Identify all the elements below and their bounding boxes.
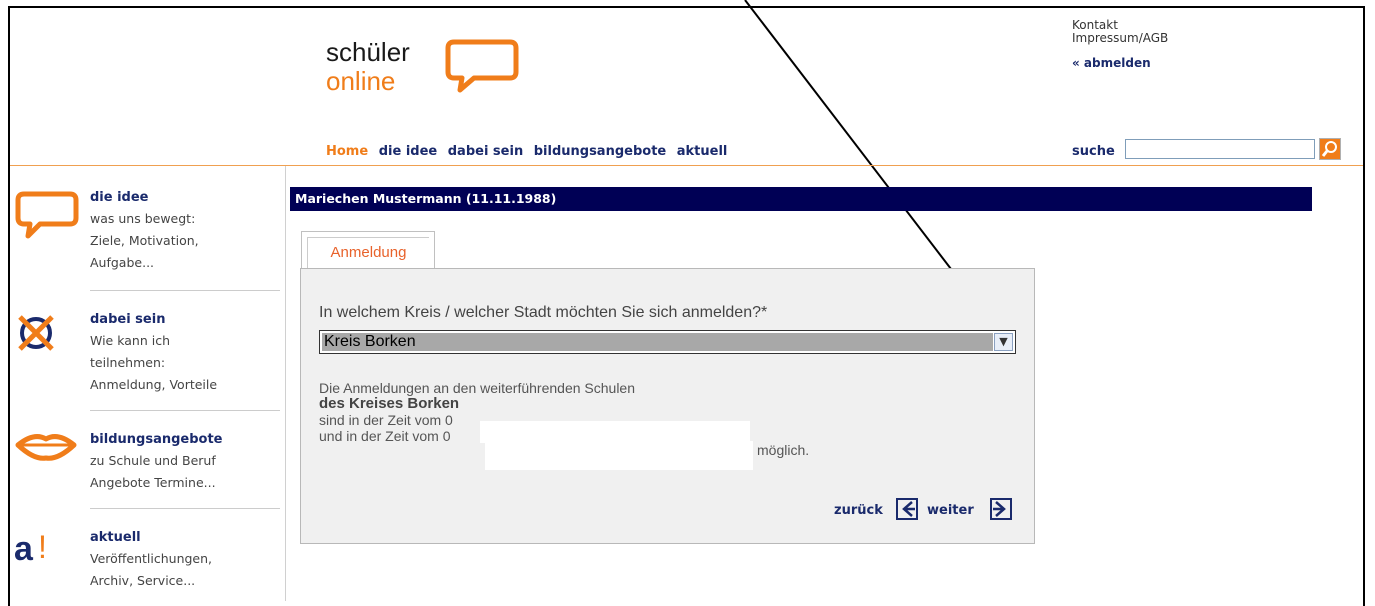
cross-circle-icon [18, 315, 54, 351]
header-links: Kontakt Impressum/AGB « abmelden [1072, 19, 1168, 70]
arrow-left-icon [902, 501, 915, 517]
sidebar-item-desc: Veröffentlichungen, Archiv, Service... [90, 551, 213, 588]
nav-aktuell[interactable]: aktuell [677, 144, 728, 159]
nav-home[interactable]: Home [326, 144, 368, 159]
sidebar: die idee was uns bewegt: Ziele, Motivati… [10, 166, 286, 601]
speech-bubble-icon [15, 191, 79, 239]
sidebar-item-title: die idee [90, 190, 149, 205]
info-line-2: des Kreises Borken [319, 395, 460, 412]
chevron-down-icon[interactable]: ▼ [994, 333, 1013, 351]
search-input[interactable] [1125, 139, 1315, 159]
sidebar-item-title: bildungsangebote [90, 432, 223, 447]
sidebar-item-desc: Wie kann ich teilnehmen: Anmeldung, Vort… [90, 333, 218, 392]
sidebar-divider [90, 410, 280, 411]
next-label[interactable]: weiter [927, 503, 974, 518]
sidebar-item-title: dabei sein [90, 312, 166, 327]
redacted-block [485, 441, 753, 470]
kreis-select[interactable]: Kreis Borken ▼ [319, 330, 1016, 354]
nav-bildungsangebote[interactable]: bildungsangebote [534, 144, 667, 159]
nav-dabei-sein[interactable]: dabei sein [448, 144, 523, 159]
arrow-right-icon [993, 501, 1006, 517]
magnifier-icon [1321, 141, 1337, 157]
logo-line-2: online [326, 66, 396, 96]
info-line-1: Die Anmeldungen an den weiterführenden S… [319, 380, 636, 396]
svg-text:a: a [14, 530, 34, 568]
search-button[interactable] [1319, 138, 1341, 160]
back-arrow-icon[interactable] [896, 498, 918, 520]
nav-die-idee[interactable]: die idee [379, 144, 438, 159]
impressum-link[interactable]: Impressum/AGB [1072, 32, 1168, 45]
sidebar-item-desc: zu Schule und Beruf Angebote Termine... [90, 453, 216, 490]
logo[interactable]: schüler online [326, 38, 410, 96]
main-nav: Home die idee dabei sein bildungsangebot… [326, 144, 733, 159]
svg-text:!: ! [38, 530, 47, 565]
sidebar-item-title: aktuell [90, 530, 141, 545]
search-label: suche [1072, 144, 1115, 159]
lips-icon [15, 434, 77, 461]
sidebar-item-desc: was uns bewegt: Ziele, Motivation, Aufga… [90, 211, 199, 270]
sidebar-divider [90, 290, 280, 291]
sidebar-divider [90, 508, 280, 509]
select-value: Kreis Borken [322, 333, 993, 351]
tab-label: Anmeldung [307, 237, 429, 270]
info-suffix: möglich. [757, 442, 810, 458]
question-label: In welchem Kreis / welcher Stadt möchten… [319, 304, 768, 321]
logout-link[interactable]: « abmelden [1072, 57, 1168, 70]
logo-bubble-icon [445, 39, 519, 93]
back-label[interactable]: zurück [834, 503, 883, 518]
user-bar: Mariechen Mustermann (11.11.1988) [290, 187, 1312, 211]
a-exclamation-icon: a ! [14, 530, 47, 568]
logo-line-1: schüler [326, 37, 410, 67]
redacted-block [480, 421, 750, 443]
tab-anmeldung[interactable]: Anmeldung [301, 231, 435, 270]
next-arrow-icon[interactable] [990, 498, 1012, 520]
